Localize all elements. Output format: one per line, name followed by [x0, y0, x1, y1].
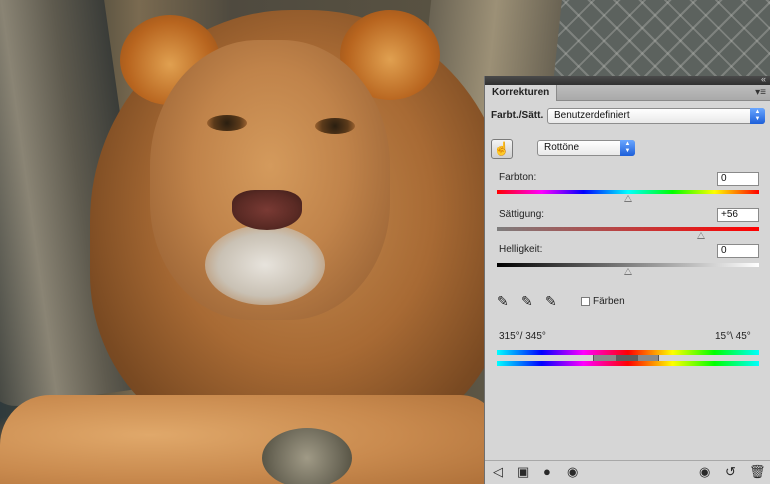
- hue-label: Farbton:: [499, 172, 537, 183]
- hue-input[interactable]: 0: [717, 172, 759, 186]
- collapse-icon[interactable]: «: [761, 74, 766, 84]
- saturation-slider-thumb[interactable]: [697, 232, 706, 239]
- hand-icon: ☝: [493, 141, 511, 156]
- visibility-toggle-icon[interactable]: ●: [543, 464, 551, 479]
- back-arrow-icon[interactable]: ◁: [493, 464, 503, 480]
- colorize-option[interactable]: Färben: [581, 296, 625, 307]
- range-end-degrees: 15°\ 45°: [715, 331, 751, 342]
- tab-korrekturen[interactable]: Korrekturen: [485, 85, 558, 101]
- view-previous-state-icon[interactable]: ◉: [699, 464, 710, 480]
- colorize-checkbox[interactable]: [581, 297, 590, 306]
- adjustments-panel: « Korrekturen ▾≡ Farbt./Sätt. Benutzerde…: [484, 74, 770, 484]
- channel-select-value: Rottöne: [544, 142, 580, 153]
- range-start-degrees: 315°/ 345°: [499, 331, 546, 342]
- panel-bottom-toolbar: ◁ ▣ ● ◉ ◉ ↺ 🗑: [485, 460, 770, 484]
- panel-drag-bar[interactable]: «: [485, 74, 770, 85]
- adjustment-type-label: Farbt./Sätt.: [491, 110, 544, 121]
- fence-background: [540, 0, 770, 80]
- preset-select[interactable]: Benutzerdefiniert ▲ ▼: [547, 108, 765, 124]
- lightness-slider-track[interactable]: [497, 263, 759, 267]
- lion-paw: [0, 395, 500, 484]
- eyedropper-plus-icon[interactable]: ✎: [521, 293, 533, 310]
- hue-slider-thumb[interactable]: [624, 195, 632, 202]
- saturation-input[interactable]: +56: [717, 208, 759, 222]
- saturation-slider-track[interactable]: [497, 227, 759, 231]
- lightness-input[interactable]: 0: [717, 244, 759, 258]
- hand-tool-button[interactable]: ☝: [491, 139, 513, 159]
- colorize-label: Färben: [593, 296, 625, 307]
- channel-select[interactable]: Rottöne ▲ ▼: [537, 140, 635, 156]
- hue-slider-track[interactable]: [497, 190, 759, 194]
- lion-eye-left: [207, 115, 247, 131]
- saturation-label: Sättigung:: [499, 209, 545, 220]
- lion-eye-right: [315, 118, 355, 134]
- preset-select-value: Benutzerdefiniert: [554, 110, 630, 121]
- lightness-slider-thumb[interactable]: [624, 268, 632, 275]
- reset-icon[interactable]: ↺: [725, 464, 736, 480]
- panel-tab-bar: Korrekturen ▾≡: [485, 85, 770, 101]
- eyedropper-minus-icon[interactable]: ✎: [545, 293, 557, 310]
- view-previous-icon[interactable]: ◉: [567, 464, 578, 480]
- output-color-spectrum: [497, 361, 759, 366]
- lion-nose: [232, 190, 302, 230]
- lightness-label: Helligkeit:: [499, 244, 543, 255]
- panel-menu-icon[interactable]: ▾≡: [755, 87, 766, 98]
- trash-icon[interactable]: 🗑: [749, 464, 766, 480]
- tree-stump: [262, 428, 352, 484]
- select-arrows-icon: ▲ ▼: [620, 140, 635, 156]
- select-arrows-icon: ▲ ▼: [750, 108, 765, 124]
- eyedropper-icon[interactable]: ✎: [497, 293, 509, 310]
- clip-to-layer-icon[interactable]: ▣: [517, 464, 529, 480]
- lion-muzzle: [205, 225, 325, 305]
